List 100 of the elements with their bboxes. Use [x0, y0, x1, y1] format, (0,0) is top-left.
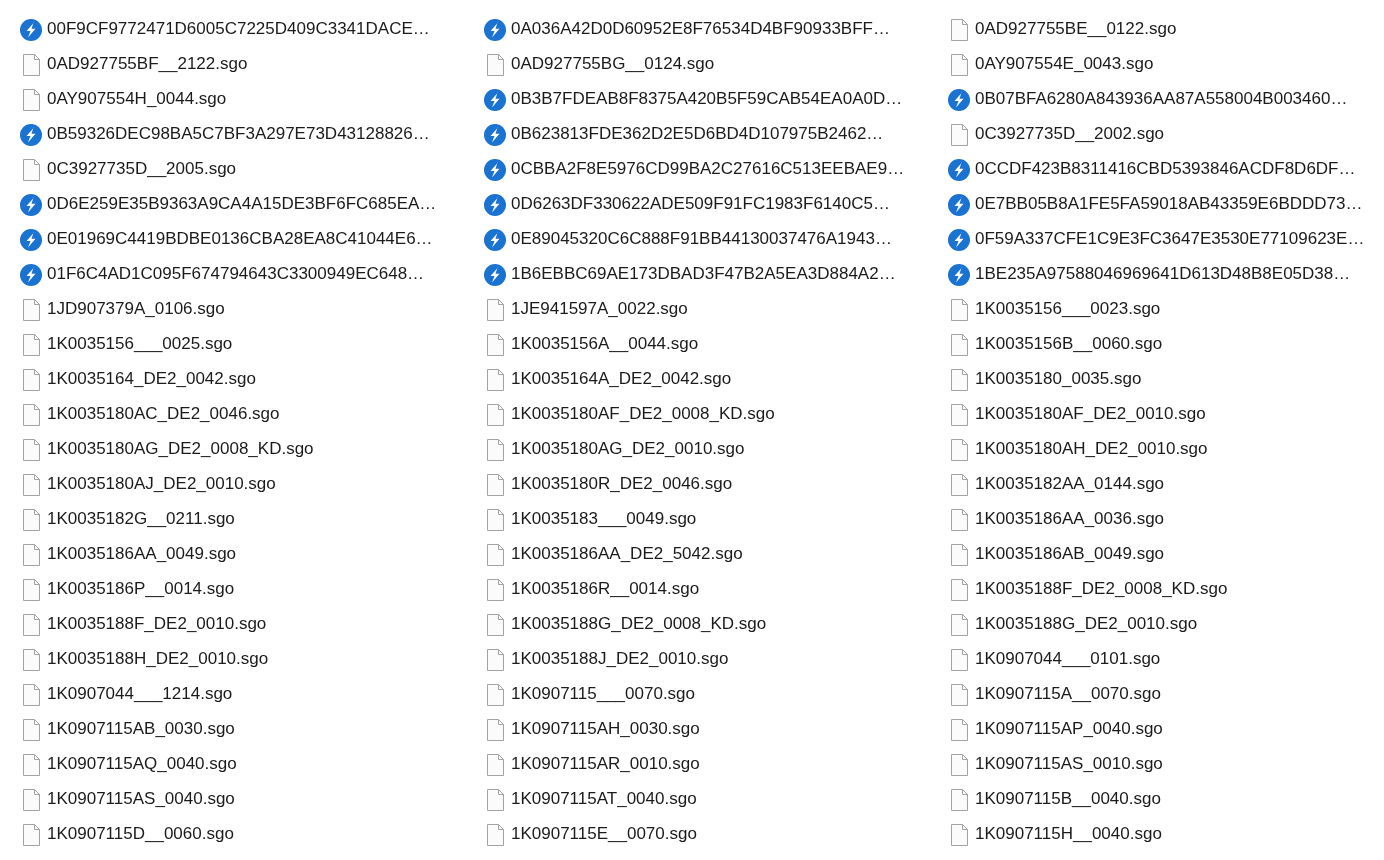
document-icon[interactable] — [22, 788, 40, 811]
document-icon[interactable] — [486, 333, 504, 356]
file-name[interactable]: 0AY907554H_0044.sgo — [47, 89, 227, 110]
document-icon[interactable] — [486, 823, 504, 846]
file-name[interactable]: 0E89045320C6C888F91BB44130037476A1943… — [511, 229, 892, 250]
file-name[interactable]: 0B07BFA6280A843936AA87A558004B003460… — [975, 89, 1348, 110]
file-name[interactable]: 0C3927735D__2005.sgo — [47, 159, 237, 180]
document-icon[interactable] — [486, 718, 504, 741]
lightning-icon[interactable] — [20, 228, 42, 251]
lightning-icon[interactable] — [484, 123, 506, 146]
file-name[interactable]: 0B3B7FDEAB8F8375A420B5F59CAB54EA0A0D… — [511, 89, 903, 110]
file-name[interactable]: 1K0035180AG_DE2_0008_KD.sgo — [47, 439, 314, 460]
lightning-icon[interactable] — [948, 193, 970, 216]
lightning-icon[interactable] — [20, 18, 42, 41]
file-name[interactable]: 0D6263DF330622ADE509F91FC1983F6140C5… — [511, 194, 890, 215]
file-name[interactable]: 1K0035180AF_DE2_0008_KD.sgo — [511, 404, 775, 425]
file-name[interactable]: 0CBBA2F8E5976CD99BA2C27616C513EEBAE9… — [511, 159, 905, 180]
file-name[interactable]: 1K0907115A__0070.sgo — [975, 684, 1161, 705]
file-name[interactable]: 1K0035188G_DE2_0008_KD.sgo — [511, 614, 767, 635]
file-name[interactable]: 1K0907044___0101.sgo — [975, 649, 1161, 670]
document-icon[interactable] — [950, 613, 968, 636]
file-name[interactable]: 1K0907115H__0040.sgo — [975, 824, 1162, 845]
document-icon[interactable] — [486, 788, 504, 811]
document-icon[interactable] — [950, 368, 968, 391]
file-name[interactable]: 1K0907115AT_0040.sgo — [511, 789, 697, 810]
document-icon[interactable] — [22, 298, 40, 321]
file-name[interactable]: 1K0035180AJ_DE2_0010.sgo — [47, 474, 276, 495]
lightning-icon[interactable] — [20, 193, 42, 216]
file-name[interactable]: 0B623813FDE362D2E5D6BD4D107975B2462… — [511, 124, 884, 145]
file-name[interactable]: 1K0035183___0049.sgo — [511, 509, 697, 530]
document-icon[interactable] — [486, 368, 504, 391]
file-name[interactable]: 1K0035188H_DE2_0010.sgo — [47, 649, 269, 670]
file-name[interactable]: 0C3927735D__2002.sgo — [975, 124, 1165, 145]
file-name[interactable]: 1K0035180R_DE2_0046.sgo — [511, 474, 733, 495]
file-name[interactable]: 1K0035188F_DE2_0010.sgo — [47, 614, 267, 635]
document-icon[interactable] — [486, 438, 504, 461]
document-icon[interactable] — [22, 158, 40, 181]
document-icon[interactable] — [22, 578, 40, 601]
document-icon[interactable] — [950, 753, 968, 776]
lightning-icon[interactable] — [484, 193, 506, 216]
lightning-icon[interactable] — [948, 158, 970, 181]
file-name[interactable]: 0AD927755BF__2122.sgo — [47, 54, 248, 75]
file-name[interactable]: 1K0035156___0023.sgo — [975, 299, 1161, 320]
document-icon[interactable] — [486, 578, 504, 601]
document-icon[interactable] — [486, 613, 504, 636]
file-name[interactable]: 1K0035182G__0211.sgo — [47, 509, 235, 530]
lightning-icon[interactable] — [20, 263, 42, 286]
document-icon[interactable] — [950, 123, 968, 146]
lightning-icon[interactable] — [484, 228, 506, 251]
file-name[interactable]: 1K0035156B__0060.sgo — [975, 334, 1163, 355]
document-icon[interactable] — [950, 403, 968, 426]
document-icon[interactable] — [22, 648, 40, 671]
file-name[interactable]: 1JE941597A_0022.sgo — [511, 299, 688, 320]
document-icon[interactable] — [22, 543, 40, 566]
file-name[interactable]: 0AD927755BG__0124.sgo — [511, 54, 715, 75]
file-name[interactable]: 0F59A337CFE1C9E3FC3647E3530E77109623E… — [975, 229, 1365, 250]
lightning-icon[interactable] — [484, 158, 506, 181]
file-name[interactable]: 1K0035186R__0014.sgo — [511, 579, 700, 600]
file-name[interactable]: 1JD907379A_0106.sgo — [47, 299, 225, 320]
file-name[interactable]: 01F6C4AD1C095F674794643C3300949EC648… — [47, 264, 425, 285]
file-name[interactable]: 1K0035188F_DE2_0008_KD.sgo — [975, 579, 1228, 600]
file-name[interactable]: 0AY907554E_0043.sgo — [975, 54, 1154, 75]
file-name[interactable]: 1B6EBBC69AE173DBAD3F47B2A5EA3D884A2… — [511, 264, 896, 285]
file-name[interactable]: 1K0035180AF_DE2_0010.sgo — [975, 404, 1206, 425]
document-icon[interactable] — [22, 508, 40, 531]
file-name[interactable]: 00F9CF9772471D6005C7225D409C3341DACE… — [47, 19, 430, 40]
document-icon[interactable] — [486, 473, 504, 496]
document-icon[interactable] — [22, 613, 40, 636]
file-name[interactable]: 0E7BB05B8A1FE5FA59018AB43359E6BDDD73… — [975, 194, 1363, 215]
document-icon[interactable] — [22, 53, 40, 76]
file-name[interactable]: 1K0035186AA_0049.sgo — [47, 544, 237, 565]
file-name[interactable]: 1K0035186AB_0049.sgo — [975, 544, 1165, 565]
document-icon[interactable] — [950, 508, 968, 531]
file-name[interactable]: 1K0907115AP_0040.sgo — [975, 719, 1163, 740]
document-icon[interactable] — [22, 368, 40, 391]
file-name[interactable]: 1K0907115AS_0040.sgo — [47, 789, 235, 810]
document-icon[interactable] — [22, 333, 40, 356]
file-name[interactable]: 1K0035156A__0044.sgo — [511, 334, 699, 355]
file-name[interactable]: 1K0035186AA_0036.sgo — [975, 509, 1165, 530]
document-icon[interactable] — [486, 403, 504, 426]
lightning-icon[interactable] — [948, 263, 970, 286]
file-name[interactable]: 1K0035164_DE2_0042.sgo — [47, 369, 256, 390]
document-icon[interactable] — [22, 823, 40, 846]
document-icon[interactable] — [950, 823, 968, 846]
document-icon[interactable] — [950, 683, 968, 706]
document-icon[interactable] — [950, 18, 968, 41]
document-icon[interactable] — [950, 438, 968, 461]
document-icon[interactable] — [950, 473, 968, 496]
document-icon[interactable] — [22, 88, 40, 111]
document-icon[interactable] — [22, 753, 40, 776]
document-icon[interactable] — [486, 53, 504, 76]
file-name[interactable]: 1K0035180AG_DE2_0010.sgo — [511, 439, 745, 460]
file-name[interactable]: 1K0035156___0025.sgo — [47, 334, 233, 355]
file-name[interactable]: 1K0907044___1214.sgo — [47, 684, 233, 705]
document-icon[interactable] — [950, 648, 968, 671]
file-name[interactable]: 1K0907115AQ_0040.sgo — [47, 754, 237, 775]
file-name[interactable]: 1K0035182AA_0144.sgo — [975, 474, 1165, 495]
file-name[interactable]: 1K0035180_0035.sgo — [975, 369, 1142, 390]
file-name[interactable]: 0D6E259E35B9363A9CA4A15DE3BF6FC685EA… — [47, 194, 437, 215]
document-icon[interactable] — [950, 543, 968, 566]
